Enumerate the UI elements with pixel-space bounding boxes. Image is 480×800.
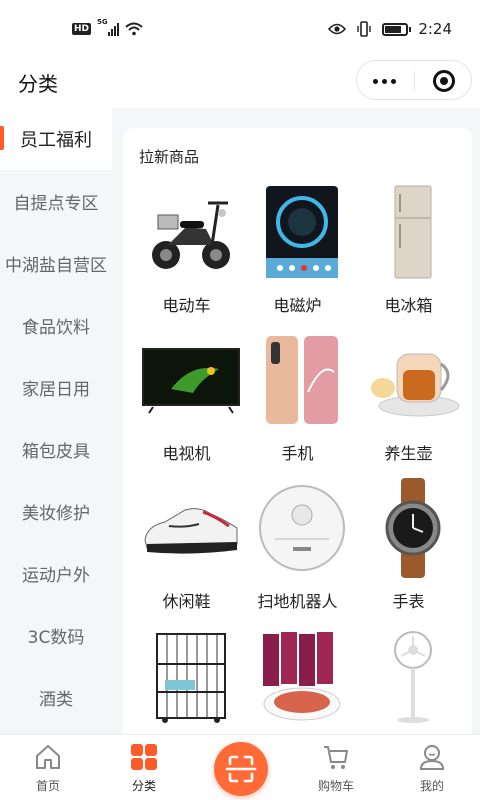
product-grid: 电动车 电磁炉 电冰箱 电视机 手机 养生壶 休闲鞋 扫地机器人 手表 bbox=[131, 182, 464, 734]
sidebar-item-employee-benefits[interactable]: 员工福利 bbox=[0, 108, 112, 170]
sidebar-item-food-drinks[interactable]: 食品饮料 bbox=[0, 294, 112, 356]
profile-icon bbox=[419, 745, 445, 770]
section-title: 拉新商品 bbox=[139, 148, 200, 166]
scan-button[interactable] bbox=[214, 742, 268, 796]
status-right: 2:24 bbox=[328, 20, 452, 38]
product-item[interactable]: 电冰箱 bbox=[353, 182, 464, 330]
sidebar-item-household[interactable]: 家居日用 bbox=[0, 356, 112, 418]
mini-program-capsule bbox=[356, 60, 472, 100]
wristwatch-icon bbox=[363, 478, 463, 578]
product-item[interactable]: 手机 bbox=[242, 330, 353, 478]
wifi-icon bbox=[125, 22, 143, 36]
scan-icon bbox=[225, 755, 257, 783]
product-name: 手表 bbox=[392, 592, 425, 611]
tab-label: 购物车 bbox=[317, 779, 354, 793]
eye-icon bbox=[328, 23, 347, 35]
capsule-divider bbox=[414, 71, 415, 91]
close-target-icon[interactable] bbox=[433, 70, 455, 92]
product-item[interactable]: 电动车 bbox=[131, 182, 242, 330]
sidebar-item-pickup-zone[interactable]: 自提点专区 bbox=[0, 170, 112, 232]
vibrate-icon bbox=[357, 21, 372, 37]
network-type: 5G bbox=[97, 18, 108, 26]
product-item[interactable] bbox=[131, 626, 242, 734]
sidebar-item-3c-digital[interactable]: 3C数码 bbox=[0, 604, 112, 666]
pet-cage-icon bbox=[141, 626, 241, 726]
sidebar-item-self-operated[interactable]: 中湖盐自营区 bbox=[0, 232, 112, 294]
sidebar-item-liquor[interactable]: 酒类 bbox=[0, 666, 112, 728]
television-icon bbox=[141, 330, 241, 430]
refrigerator-icon bbox=[363, 182, 463, 282]
category-icon bbox=[131, 744, 157, 770]
sidebar-item-sports[interactable]: 运动户外 bbox=[0, 542, 112, 604]
product-item[interactable]: 电视机 bbox=[131, 330, 242, 478]
product-item[interactable]: 扫地机器人 bbox=[242, 478, 353, 626]
standing-fan-icon bbox=[363, 626, 463, 726]
product-name: 电视机 bbox=[162, 444, 211, 463]
category-sidebar: 员工福利 自提点专区 中湖盐自营区 食品饮料 家居日用 箱包皮具 美妆修护 运动… bbox=[0, 108, 112, 734]
page-title: 分类 bbox=[18, 72, 58, 96]
product-item[interactable] bbox=[242, 626, 353, 734]
main-content: 拉新商品 电动车 电磁炉 电冰箱 电视机 手机 养生壶 休闲鞋 扫地机器人 手表 bbox=[112, 108, 480, 734]
status-left: HD 5G bbox=[72, 18, 143, 36]
product-item[interactable]: 电磁炉 bbox=[242, 182, 353, 330]
product-card: 拉新商品 电动车 电磁炉 电冰箱 电视机 手机 养生壶 休闲鞋 扫地机器人 手表 bbox=[123, 128, 472, 734]
product-name: 扫地机器人 bbox=[257, 592, 338, 611]
electric-scooter-icon bbox=[141, 182, 241, 282]
health-kettle-icon bbox=[363, 330, 463, 430]
hd-badge: HD bbox=[72, 23, 92, 35]
product-name: 电磁炉 bbox=[273, 296, 322, 315]
tab-cart[interactable]: 购物车 bbox=[288, 735, 384, 800]
signal-icon: 5G bbox=[97, 18, 120, 36]
product-item[interactable]: 休闲鞋 bbox=[131, 478, 242, 626]
tab-profile[interactable]: 我的 bbox=[384, 735, 480, 800]
product-item[interactable]: 手表 bbox=[353, 478, 464, 626]
robot-vacuum-icon bbox=[252, 478, 352, 578]
product-name: 养生壶 bbox=[384, 444, 433, 463]
tab-label: 首页 bbox=[35, 779, 60, 793]
tab-home[interactable]: 首页 bbox=[0, 735, 96, 800]
home-icon bbox=[36, 745, 60, 769]
sidebar-item-beauty[interactable]: 美妆修护 bbox=[0, 480, 112, 542]
product-name: 电动车 bbox=[162, 296, 211, 315]
status-bar: HD 5G 2:24 bbox=[0, 0, 480, 56]
casual-shoe-icon bbox=[141, 478, 241, 578]
tab-label: 我的 bbox=[419, 779, 444, 793]
tab-label: 分类 bbox=[131, 779, 156, 793]
induction-cooker-icon bbox=[252, 182, 352, 282]
smartphone-icon bbox=[252, 330, 352, 430]
cart-icon bbox=[324, 746, 348, 769]
product-item[interactable] bbox=[353, 626, 464, 734]
product-item[interactable]: 养生壶 bbox=[353, 330, 464, 478]
sidebar-item-bags[interactable]: 箱包皮具 bbox=[0, 418, 112, 480]
battery-icon bbox=[382, 22, 412, 36]
more-icon[interactable] bbox=[373, 79, 396, 84]
product-name: 休闲鞋 bbox=[162, 592, 211, 611]
product-name: 手机 bbox=[281, 444, 314, 463]
tab-category[interactable]: 分类 bbox=[96, 735, 192, 800]
clock: 2:24 bbox=[418, 20, 452, 38]
header: 分类 bbox=[0, 56, 480, 108]
product-name: 电冰箱 bbox=[384, 296, 433, 315]
food-packages-icon bbox=[252, 626, 352, 726]
